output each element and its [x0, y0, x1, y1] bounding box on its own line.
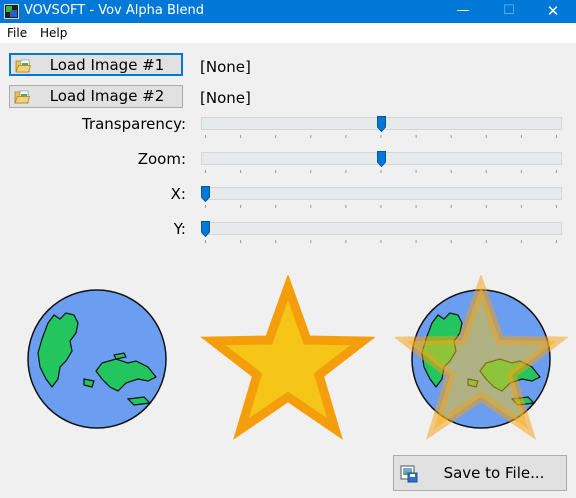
slider-thumb[interactable] [377, 151, 386, 167]
slider-thumb[interactable] [201, 186, 210, 202]
slider-thumb[interactable] [201, 221, 210, 237]
slider-ticks [205, 135, 557, 138]
blended-result-preview [395, 275, 569, 440]
load-image-2-label: Load Image #2 [49, 87, 165, 105]
image-2-filename: [None] [200, 89, 251, 107]
menu-bar: File Help [0, 23, 576, 43]
title-bar[interactable]: VOVSOFT - Vov Alpha Blend — ☐ ✕ [0, 0, 576, 23]
slider-ticks [205, 240, 557, 243]
load-image-1-label: Load Image #1 [49, 56, 165, 74]
transparency-slider[interactable] [201, 116, 562, 138]
x-offset-label: X: [170, 185, 186, 203]
minimize-button[interactable]: — [440, 0, 486, 23]
save-to-file-label: Save to File... [443, 464, 545, 482]
image-1-filename: [None] [200, 58, 251, 76]
y-offset-slider[interactable] [201, 221, 562, 243]
globe-icon [27, 289, 167, 429]
y-offset-label: Y: [173, 220, 186, 238]
slider-track [201, 187, 562, 200]
image-2-preview [200, 275, 375, 440]
menu-file[interactable]: File [7, 26, 27, 40]
slider-track [201, 222, 562, 235]
load-image-2-button[interactable]: Load Image #2 [9, 85, 183, 108]
save-to-file-button[interactable]: Save to File... [393, 455, 567, 491]
x-offset-slider[interactable] [201, 186, 562, 208]
star-icon [200, 275, 375, 440]
menu-help[interactable]: Help [40, 26, 67, 40]
app-icon [4, 4, 19, 19]
window-title: VOVSOFT - Vov Alpha Blend [24, 3, 204, 18]
zoom-label: Zoom: [137, 150, 186, 168]
slider-ticks [205, 170, 557, 173]
image-1-preview [27, 289, 167, 429]
maximize-button[interactable]: ☐ [486, 0, 532, 23]
close-button[interactable]: ✕ [530, 0, 576, 23]
load-image-1-button[interactable]: Load Image #1 [9, 53, 183, 76]
zoom-slider[interactable] [201, 151, 562, 173]
folder-open-icon [14, 90, 30, 104]
transparency-label: Transparency: [81, 115, 186, 133]
save-image-icon [400, 465, 418, 483]
slider-ticks [205, 205, 557, 208]
folder-open-icon [15, 59, 31, 73]
slider-thumb[interactable] [377, 116, 386, 132]
